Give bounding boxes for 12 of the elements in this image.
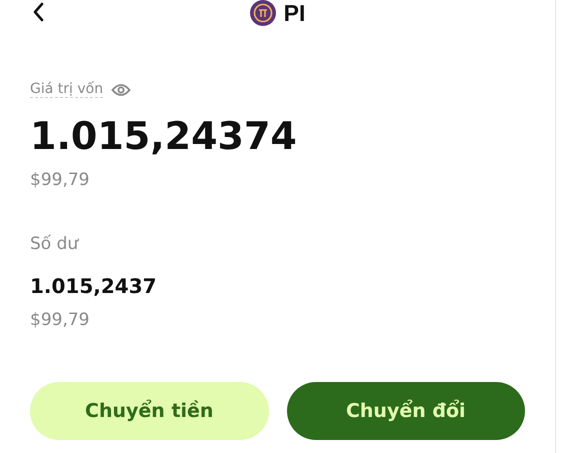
action-button[interactable]: Chuyển tiền [30, 382, 268, 440]
capital-usd-value: $99,79 [30, 170, 90, 190]
balance-label: Số dư [30, 234, 80, 254]
balance-usd-value: $99,79 [30, 310, 90, 330]
action-button[interactable]: Chuyển đổi [286, 382, 525, 440]
coin-icon [250, 0, 276, 26]
capital-label: Giá trị vốn [30, 81, 104, 98]
coin-title: PI [284, 0, 306, 26]
eye-icon[interactable] [111, 82, 132, 96]
capital-amount: 1.015,24374 [30, 114, 298, 158]
back-icon[interactable] [32, 2, 44, 22]
balance-amount: 1.015,2437 [30, 274, 158, 298]
